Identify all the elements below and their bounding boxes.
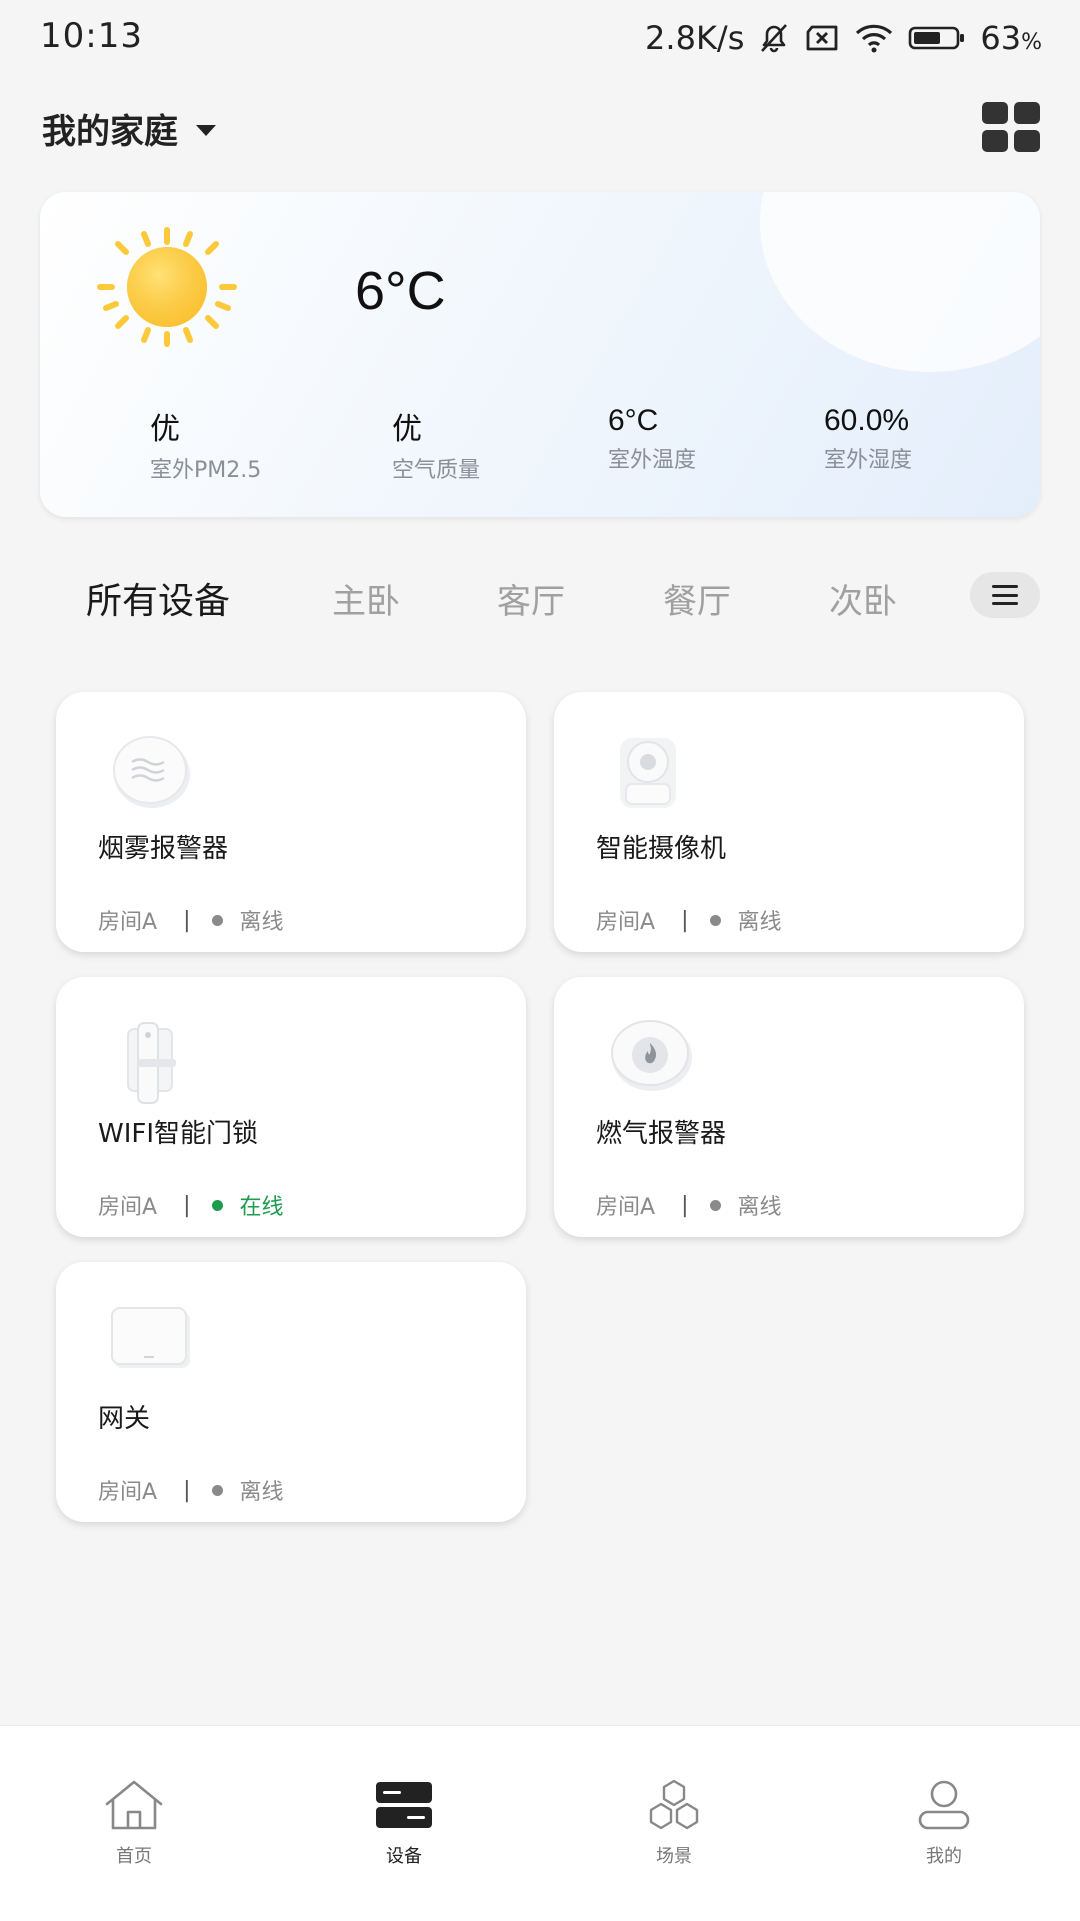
metric-value: 6°C — [608, 404, 659, 437]
caret-down-icon — [196, 125, 216, 136]
profile-icon — [914, 1778, 974, 1836]
status-dot — [212, 1199, 224, 1211]
metric-label: 空气质量 — [392, 458, 481, 483]
net-speed: 2.8K/s — [645, 19, 745, 57]
separator: | — [681, 1192, 689, 1218]
metric-label: 室外湿度 — [824, 448, 913, 473]
status-bar: 10:13 2.8K/s 63% — [0, 0, 1080, 80]
device-card-gas-alarm[interactable]: 燃气报警器 房间A | 离线 — [554, 977, 1024, 1237]
device-meta: 房间A | 离线 — [596, 904, 782, 936]
devices-icon — [373, 1778, 435, 1836]
metric-air-quality: 优 空气质量 — [392, 404, 480, 484]
tab-master-bedroom[interactable]: 主卧 — [332, 574, 400, 623]
device-card-smoke-alarm[interactable]: 烟雾报警器 房间A | 离线 — [56, 692, 526, 952]
tab-second-bedroom[interactable]: 次卧 — [829, 574, 897, 623]
home-selector[interactable]: 我的家庭 — [42, 104, 216, 153]
room-tabs: 所有设备 主卧 客厅 餐厅 次卧 — [0, 568, 1080, 628]
separator: | — [183, 907, 191, 933]
metric-value: 60.0% — [824, 404, 910, 437]
separator: | — [681, 907, 689, 933]
tab-all-devices[interactable]: 所有设备 — [86, 572, 230, 624]
device-room: 房间A — [98, 910, 158, 935]
nav-scenes[interactable]: 场景 — [614, 1778, 734, 1868]
metric-label: 室外温度 — [608, 448, 697, 473]
nav-home[interactable]: 首页 — [74, 1778, 194, 1868]
device-meta: 房间A | 离线 — [98, 1474, 284, 1506]
camera-icon — [606, 730, 686, 810]
battery-icon — [908, 25, 966, 51]
bell-off-icon — [758, 21, 790, 55]
home-name: 我的家庭 — [42, 112, 178, 152]
nav-label: 我的 — [926, 1846, 962, 1867]
device-room: 房间A — [98, 1195, 158, 1220]
device-name: 网关 — [98, 1404, 151, 1434]
device-status: 离线 — [737, 910, 782, 935]
status-dot — [710, 914, 722, 926]
bottom-nav: 首页 设备 场景 我的 — [0, 1725, 1080, 1921]
wifi-icon — [854, 23, 894, 53]
status-dot — [710, 1199, 722, 1211]
card-glow — [760, 192, 1040, 372]
smoke-detector-icon — [108, 730, 190, 810]
metric-label: 室外PM2.5 — [150, 458, 262, 483]
device-card-gateway[interactable]: 网关 房间A | 离线 — [56, 1262, 526, 1522]
metric-humidity: 60.0% 室外湿度 — [824, 404, 912, 474]
home-icon — [101, 1778, 167, 1836]
tab-dining-room[interactable]: 餐厅 — [663, 574, 731, 623]
nav-profile[interactable]: 我的 — [884, 1778, 1004, 1868]
device-meta: 房间A | 在线 — [98, 1189, 284, 1221]
scene-icon — [641, 1778, 707, 1836]
door-lock-icon — [108, 1015, 188, 1104]
sun-icon — [92, 222, 242, 356]
status-dot — [212, 914, 224, 926]
metric-value: 优 — [150, 413, 180, 446]
sim-x-icon — [804, 24, 840, 52]
metric-pm25: 优 室外PM2.5 — [150, 404, 261, 484]
separator: | — [183, 1477, 191, 1503]
status-time: 10:13 — [40, 16, 143, 56]
device-card-camera[interactable]: 智能摄像机 房间A | 离线 — [554, 692, 1024, 952]
metric-value: 优 — [392, 413, 422, 446]
device-room: 房间A — [596, 1195, 656, 1220]
device-name: 烟雾报警器 — [98, 834, 229, 864]
weather-card[interactable]: 6°C 优 室外PM2.5 优 空气质量 6°C 室外温度 60.0% 室外湿度 — [40, 192, 1040, 517]
device-meta: 房间A | 离线 — [98, 904, 284, 936]
device-status: 离线 — [239, 1480, 284, 1505]
separator: | — [183, 1192, 191, 1218]
device-name: WIFI智能门锁 — [98, 1119, 258, 1149]
status-icons: 2.8K/s 63% — [645, 16, 1042, 60]
nav-label: 场景 — [656, 1846, 692, 1867]
nav-devices[interactable]: 设备 — [344, 1778, 464, 1868]
nav-label: 首页 — [116, 1846, 152, 1867]
device-meta: 房间A | 离线 — [596, 1189, 782, 1221]
nav-label: 设备 — [386, 1846, 422, 1867]
device-card-door-lock[interactable]: WIFI智能门锁 房间A | 在线 — [56, 977, 526, 1237]
current-temperature: 6°C — [355, 261, 446, 321]
grid-view-icon[interactable] — [982, 102, 1040, 152]
device-status: 在线 — [239, 1195, 284, 1220]
device-room: 房间A — [98, 1480, 158, 1505]
gas-detector-icon — [606, 1015, 692, 1095]
device-name: 燃气报警器 — [596, 1119, 727, 1149]
device-status: 离线 — [737, 1195, 782, 1220]
device-status: 离线 — [239, 910, 284, 935]
device-room: 房间A — [596, 910, 656, 935]
status-dot — [212, 1484, 224, 1496]
metric-outdoor-temp: 6°C 室外温度 — [608, 404, 696, 474]
tab-living-room[interactable]: 客厅 — [497, 574, 565, 623]
menu-icon[interactable] — [970, 572, 1040, 618]
battery-percent: 63% — [980, 19, 1042, 57]
gateway-icon — [108, 1300, 190, 1380]
device-name: 智能摄像机 — [596, 834, 727, 864]
